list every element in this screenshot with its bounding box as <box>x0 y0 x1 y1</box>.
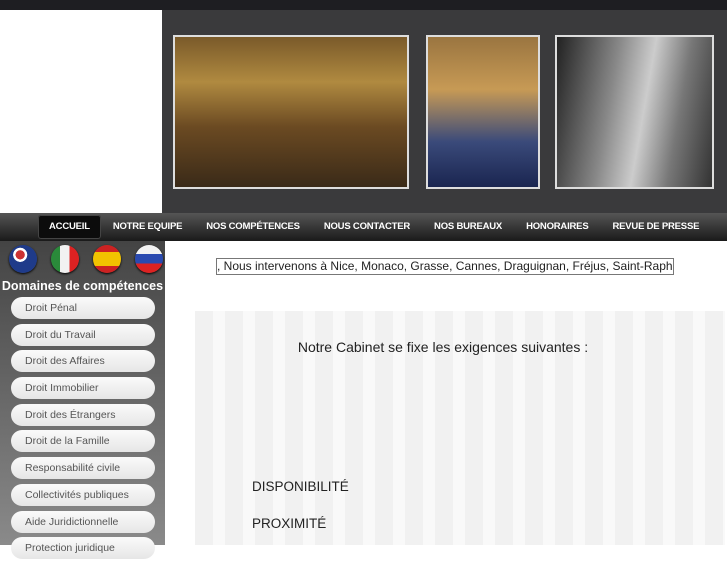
sidebar-item-droit-du-travail[interactable]: Droit du Travail <box>11 323 155 346</box>
language-flags <box>0 241 165 273</box>
russia-flag-icon[interactable] <box>135 245 163 273</box>
courtroom-photo <box>173 35 409 189</box>
top-bar <box>0 0 727 10</box>
sidebar-item-droit-immobilier[interactable]: Droit Immobilier <box>11 377 155 400</box>
sidebar-title: Domaines de compétences <box>1 279 164 293</box>
main-nav: ACCUEIL NOTRE EQUIPE NOS COMPÉTENCES NOU… <box>0 213 727 241</box>
nav-notre-equipe[interactable]: NOTRE EQUIPE <box>101 215 194 239</box>
hall-photo <box>426 35 540 189</box>
intro-label: Notre Cabinet se fixe les exigences suiv… <box>297 339 589 355</box>
uk-flag-icon[interactable] <box>9 245 37 273</box>
sidebar-item-droit-des-etrangers[interactable]: Droit des Étrangers <box>11 403 155 426</box>
nav-nous-contacter[interactable]: NOUS CONTACTER <box>312 215 422 239</box>
nav-revue-de-presse[interactable]: REVUE DE PRESSE <box>600 215 711 239</box>
sidebar: Domaines de compétences Droit Pénal Droi… <box>0 241 165 560</box>
locations-marquee: , Nous intervenons à Nice, Monaco, Grass… <box>216 258 674 275</box>
requirement-disponibilite: DISPONIBILITÉ <box>252 479 349 494</box>
intro-text: Notre Cabinet se fixe les exigences suiv… <box>165 339 727 355</box>
header-banner <box>162 10 727 213</box>
sidebar-item-aide-juridictionnelle[interactable]: Aide Juridictionnelle <box>11 510 155 533</box>
nav-nos-bureaux[interactable]: NOS BUREAUX <box>422 215 514 239</box>
spain-flag-icon[interactable] <box>93 245 121 273</box>
practice-areas-list: Droit Pénal Droit du Travail Droit des A… <box>11 297 155 564</box>
sidebar-item-responsabilite-civile[interactable]: Responsabilité civile <box>11 457 155 480</box>
italy-flag-icon[interactable] <box>51 245 79 273</box>
sidebar-item-collectivites-publiques[interactable]: Collectivités publiques <box>11 483 155 506</box>
main-content: , Nous intervenons à Nice, Monaco, Grass… <box>165 241 727 545</box>
sidebar-item-droit-de-la-famille[interactable]: Droit de la Famille <box>11 430 155 453</box>
nav-accueil[interactable]: ACCUEIL <box>38 215 101 239</box>
sidebar-item-droit-penal[interactable]: Droit Pénal <box>11 297 155 319</box>
sidebar-item-protection-juridique[interactable]: Protection juridique <box>11 537 155 560</box>
nav-honoraires[interactable]: HONORAIRES <box>514 215 600 239</box>
palais-de-justice-photo <box>555 35 714 189</box>
sidebar-item-droit-des-affaires[interactable]: Droit des Affaires <box>11 350 155 373</box>
nav-nos-competences[interactable]: NOS COMPÉTENCES <box>194 215 312 239</box>
requirement-proximite: PROXIMITÉ <box>252 516 327 531</box>
